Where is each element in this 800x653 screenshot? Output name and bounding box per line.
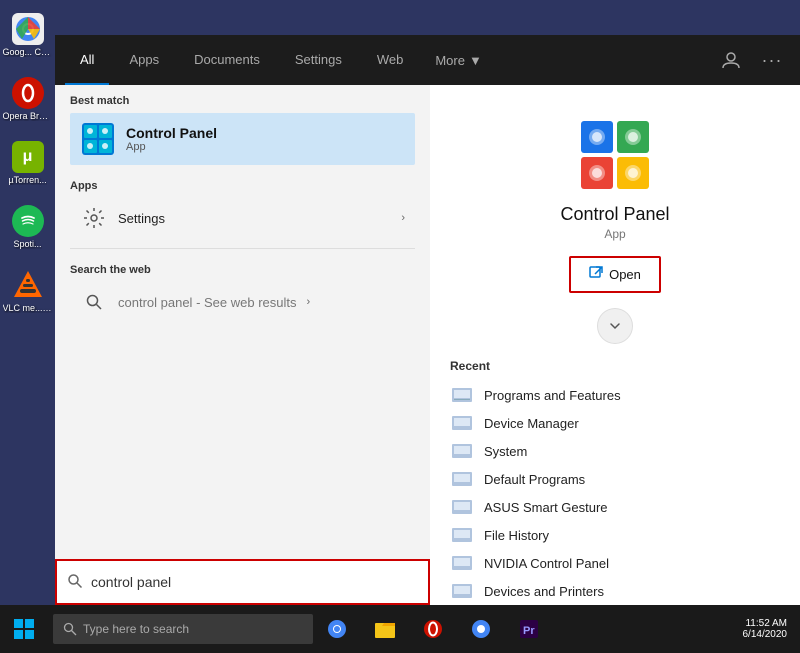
left-panel: Best match xyxy=(55,85,430,605)
search-bar-icon xyxy=(67,573,83,592)
open-button[interactable]: Open xyxy=(573,260,657,289)
settings-label: Settings xyxy=(118,211,391,226)
recent-section: Recent Programs and Features xyxy=(430,359,800,605)
web-search-item[interactable]: control panel - See web results › xyxy=(70,282,415,322)
taskbar-items: Type here to search xyxy=(48,605,743,653)
control-panel-icon xyxy=(80,121,116,157)
asus-gesture-icon xyxy=(450,498,474,516)
start-menu: All Apps Documents Settings Web More ▼ xyxy=(55,35,800,605)
apps-section: Apps xyxy=(55,170,430,243)
best-match-section: Best match xyxy=(55,85,430,170)
desktop-icon-utorrent-label: µTorren... xyxy=(8,175,46,185)
recent-item-programs[interactable]: Programs and Features xyxy=(450,381,780,409)
desktop-icon-vlc-label: VLC me... playe... xyxy=(3,303,53,313)
recent-item-devices-printers[interactable]: Devices and Printers xyxy=(450,577,780,605)
tab-all[interactable]: All xyxy=(65,35,109,85)
recent-item-device-manager[interactable]: Device Manager xyxy=(450,409,780,437)
desktop-icon-spotify-label: Spoti... xyxy=(13,239,41,249)
recent-item-system[interactable]: System xyxy=(450,437,780,465)
default-programs-icon xyxy=(450,470,474,488)
desktop: Goog... Chro... Opera Brows... μ µTorren… xyxy=(0,0,800,653)
recent-item-nvidia[interactable]: NVIDIA Control Panel xyxy=(450,549,780,577)
taskbar-time: 11:52 AM 6/14/2020 xyxy=(743,618,793,640)
recent-item-file-history[interactable]: File History xyxy=(450,521,780,549)
desktop-icon-area: Goog... Chro... Opera Brows... μ µTorren… xyxy=(0,0,55,605)
web-search-arrow: › xyxy=(307,296,311,308)
best-match-header: Best match xyxy=(70,95,415,107)
taskbar-right: 11:52 AM 6/14/2020 xyxy=(743,618,800,640)
expand-button[interactable] xyxy=(597,308,633,344)
search-web-section: Search the web control panel - See web r… xyxy=(55,254,430,327)
tab-more[interactable]: More ▼ xyxy=(423,35,494,85)
taskbar-opera[interactable] xyxy=(409,605,457,653)
desktop-icon-spotify[interactable]: Spoti... xyxy=(3,197,53,257)
recent-label-nvidia: NVIDIA Control Panel xyxy=(484,556,609,571)
app-detail-name: Control Panel xyxy=(560,204,669,225)
search-bar-container xyxy=(55,559,430,605)
taskbar-search-label: Type here to search xyxy=(83,622,189,636)
desktop-icon-chrome-label: Goog... Chro... xyxy=(3,47,53,57)
search-web-header: Search the web xyxy=(70,264,415,276)
taskbar-premiere[interactable]: Pr xyxy=(505,605,553,653)
tab-settings[interactable]: Settings xyxy=(280,35,357,85)
best-match-item-control-panel[interactable]: Control Panel App xyxy=(70,113,415,165)
recent-label-devices-printers: Devices and Printers xyxy=(484,584,604,599)
start-content: Best match xyxy=(55,85,800,605)
recent-item-default-programs[interactable]: Default Programs xyxy=(450,465,780,493)
search-input[interactable] xyxy=(91,574,418,590)
right-panel: Control Panel App Open xyxy=(430,85,800,605)
desktop-icon-opera-label: Opera Brows... xyxy=(3,111,53,121)
best-match-type: App xyxy=(126,141,217,153)
taskbar-chrome[interactable] xyxy=(313,605,361,653)
open-button-container: Open xyxy=(569,256,661,293)
recent-label-default-programs: Default Programs xyxy=(484,472,585,487)
recent-label-programs: Programs and Features xyxy=(484,388,621,403)
device-manager-icon xyxy=(450,414,474,432)
taskbar-file-explorer[interactable] xyxy=(361,605,409,653)
open-icon xyxy=(589,266,603,283)
more-options-button[interactable]: ··· xyxy=(754,42,790,78)
system-icon xyxy=(450,442,474,460)
recent-header: Recent xyxy=(450,359,780,373)
svg-text:Pr: Pr xyxy=(523,625,535,637)
desktop-icon-chrome[interactable]: Goog... Chro... xyxy=(3,5,53,65)
search-web-icon xyxy=(80,288,108,316)
open-label: Open xyxy=(609,267,641,282)
settings-arrow: › xyxy=(401,212,405,224)
file-history-icon xyxy=(450,526,474,544)
tab-web[interactable]: Web xyxy=(362,35,419,85)
app-detail-type: App xyxy=(604,227,625,241)
programs-icon xyxy=(450,386,474,404)
settings-icon xyxy=(80,204,108,232)
desktop-icon-opera[interactable]: Opera Brows... xyxy=(3,69,53,129)
user-icon-button[interactable] xyxy=(713,42,749,78)
taskbar-google-chrome2[interactable] xyxy=(457,605,505,653)
start-button[interactable] xyxy=(0,605,48,653)
web-search-label: control panel - See web results xyxy=(118,295,297,310)
nvidia-icon xyxy=(450,554,474,572)
best-match-info: Control Panel App xyxy=(126,125,217,153)
taskbar: Type here to search xyxy=(0,605,800,653)
desktop-icon-vlc[interactable]: VLC me... playe... xyxy=(3,261,53,321)
desktop-icon-utorrent[interactable]: μ µTorren... xyxy=(3,133,53,193)
app-detail-icon xyxy=(575,115,655,194)
tab-apps[interactable]: Apps xyxy=(114,35,174,85)
devices-printers-icon xyxy=(450,582,474,600)
recent-label-file-history: File History xyxy=(484,528,549,543)
recent-label-system: System xyxy=(484,444,527,459)
best-match-name: Control Panel xyxy=(126,125,217,141)
separator-1 xyxy=(70,248,415,249)
recent-label-device-manager: Device Manager xyxy=(484,416,579,431)
recent-item-asus-gesture[interactable]: ASUS Smart Gesture xyxy=(450,493,780,521)
taskbar-search[interactable]: Type here to search xyxy=(53,614,313,644)
app-item-settings[interactable]: Settings › xyxy=(70,198,415,238)
apps-header: Apps xyxy=(70,180,415,192)
windows-logo-icon xyxy=(14,619,34,639)
recent-label-asus-gesture: ASUS Smart Gesture xyxy=(484,500,608,515)
start-nav: All Apps Documents Settings Web More ▼ xyxy=(55,35,800,85)
tab-documents[interactable]: Documents xyxy=(179,35,275,85)
